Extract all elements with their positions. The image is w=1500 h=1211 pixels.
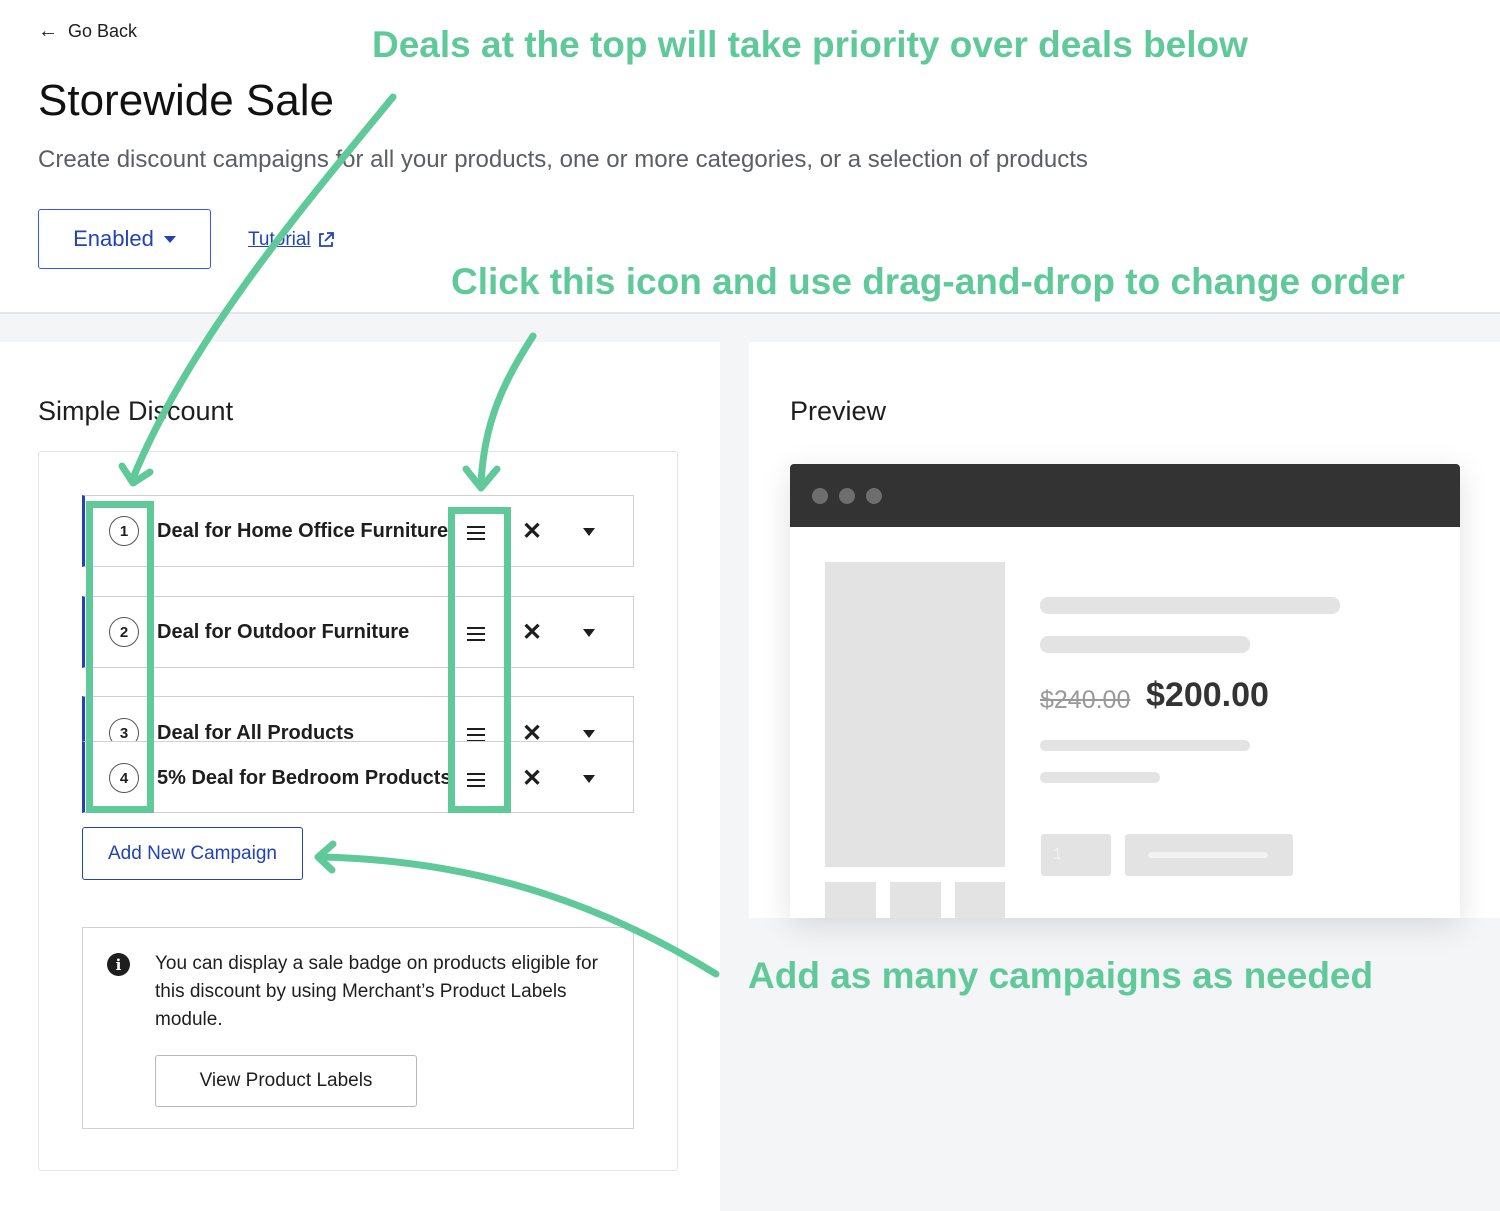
page-subtitle: Create discount campaigns for all your p… [38, 146, 1088, 173]
info-icon: i [107, 953, 130, 976]
deal-number: 4 [109, 763, 139, 793]
chevron-down-icon[interactable] [583, 629, 595, 637]
drag-handle-icon[interactable] [467, 627, 485, 641]
quantity-field: 1 [1041, 834, 1111, 876]
sale-price: $200.00 [1146, 676, 1269, 714]
chevron-down-icon[interactable] [583, 528, 595, 536]
status-label: Enabled [73, 226, 154, 251]
deal-row-2[interactable]: 2 Deal for Outdoor Furniture ✕ [82, 596, 634, 668]
drag-handle-icon[interactable] [467, 773, 485, 787]
deal-label: Deal for Home Office Furniture [157, 520, 449, 542]
deal-number: 1 [109, 516, 139, 546]
notice-text: You can display a sale badge on products… [155, 953, 598, 1030]
external-link-icon [318, 232, 334, 247]
annotation-priority: Deals at the top will take priority over… [372, 24, 1248, 65]
text-placeholder [1040, 772, 1160, 783]
window-dot-icon [839, 488, 855, 504]
product-image-placeholder [825, 562, 1005, 867]
drag-handle-icon[interactable] [467, 526, 485, 540]
chevron-down-icon[interactable] [583, 730, 595, 738]
browser-bar [790, 464, 1460, 527]
deal-label: Deal for Outdoor Furniture [157, 621, 410, 643]
title-placeholder [1040, 636, 1250, 653]
page-title: Storewide Sale [38, 76, 334, 125]
tutorial-link[interactable]: Tutorial [248, 229, 335, 251]
thumbnail-placeholder [890, 882, 941, 918]
caret-down-icon [163, 235, 176, 243]
deal-label: 5% Deal for Bedroom Products [157, 767, 449, 789]
text-placeholder [1040, 740, 1250, 751]
annotation-drag: Click this icon and use drag-and-drop to… [451, 261, 1405, 302]
product-labels-notice: i You can display a sale badge on produc… [82, 927, 634, 1129]
deal-row-1[interactable]: 1 Deal for Home Office Furniture ✕ [82, 495, 634, 567]
drag-handle-icon[interactable] [467, 728, 485, 742]
close-icon[interactable]: ✕ [522, 767, 542, 791]
status-dropdown[interactable]: Enabled [38, 209, 211, 269]
old-price: $240.00 [1040, 686, 1131, 714]
close-icon[interactable]: ✕ [522, 621, 542, 645]
deal-row-3[interactable]: 3 Deal for All Products ✕ [82, 696, 634, 748]
window-dot-icon [812, 488, 828, 504]
deal-row-4[interactable]: 4 5% Deal for Bedroom Products ✕ [82, 741, 634, 813]
arrow-left-icon: ← [38, 20, 58, 42]
go-back-label: Go Back [68, 21, 138, 41]
go-back-link[interactable]: ← Go Back [38, 20, 137, 43]
title-placeholder [1040, 597, 1340, 614]
view-product-labels-button[interactable]: View Product Labels [155, 1055, 417, 1107]
annotation-add: Add as many campaigns as needed [748, 955, 1374, 996]
section-title-simple-discount: Simple Discount [38, 396, 234, 426]
deal-number: 2 [109, 617, 139, 647]
tutorial-label: Tutorial [248, 229, 311, 250]
close-icon[interactable]: ✕ [522, 520, 542, 544]
add-new-campaign-button[interactable]: Add New Campaign [82, 827, 303, 880]
window-dot-icon [866, 488, 882, 504]
section-title-preview: Preview [790, 396, 887, 426]
thumbnail-placeholder [825, 882, 876, 918]
thumbnail-placeholder [955, 882, 1005, 918]
preview-browser: $240.00 $200.00 1 [790, 464, 1460, 918]
chevron-down-icon[interactable] [583, 775, 595, 783]
add-to-cart-placeholder [1125, 834, 1293, 876]
